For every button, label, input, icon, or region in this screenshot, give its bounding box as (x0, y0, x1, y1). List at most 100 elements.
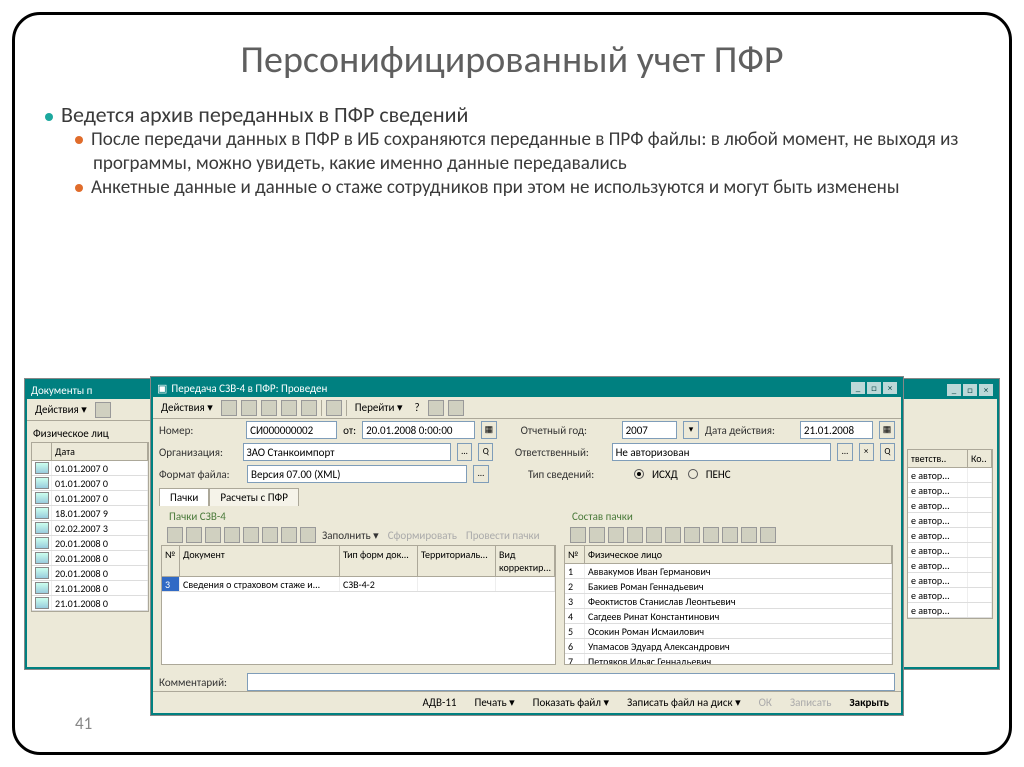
table-row[interactable]: 6Упамасов Эдуард Александрович (565, 639, 892, 654)
sort-icon[interactable] (684, 527, 700, 543)
toolbar-icon[interactable] (261, 400, 277, 416)
slide-title: Персонифицированный учет ПФР (15, 37, 1009, 83)
fill-button[interactable]: Заполнить ▾ (319, 529, 382, 542)
save-button[interactable]: Записать (784, 694, 837, 711)
table-row[interactable]: 18.01.2007 9 (32, 506, 148, 521)
table-row[interactable]: 02.02.2007 3 (32, 521, 148, 536)
tab-raschet[interactable]: Расчеты с ПФР (209, 488, 299, 506)
spinner-icon[interactable]: ▾ (683, 421, 699, 439)
table-row[interactable]: 20.01.2008 0 (32, 536, 148, 551)
toolbar-icon[interactable] (448, 400, 464, 416)
table-row[interactable]: е автор... (908, 483, 992, 498)
table-row[interactable]: 21.01.2008 0 (32, 581, 148, 596)
goto-menu[interactable]: Перейти ▾ (351, 399, 407, 416)
maximize-icon[interactable]: □ (867, 382, 881, 394)
writefile-button[interactable]: Записать файл на диск ▾ (621, 694, 747, 711)
misc-icon[interactable] (300, 527, 316, 543)
actions-menu-left[interactable]: Действия ▾ (31, 401, 91, 418)
table-row[interactable]: 2Бакиев Роман Геннадьевич (565, 579, 892, 594)
edit-icon[interactable] (589, 527, 605, 543)
open-icon[interactable]: Q (478, 443, 493, 461)
select-icon[interactable]: … (473, 465, 489, 483)
col-resp: тветств.. (908, 450, 968, 467)
table-row[interactable]: е автор... (908, 588, 992, 603)
minimize-icon[interactable]: _ (851, 382, 865, 394)
toolbar-icon[interactable] (281, 400, 297, 416)
table-row[interactable]: 21.01.2008 0 (32, 596, 148, 611)
move-down-icon[interactable] (243, 527, 259, 543)
table-row[interactable]: е автор... (908, 573, 992, 588)
misc-icon[interactable] (722, 527, 738, 543)
sort-icon[interactable] (281, 527, 297, 543)
toolbar-icon[interactable] (241, 400, 257, 416)
table-row[interactable]: 01.01.2007 0 (32, 461, 148, 476)
sort-icon[interactable] (262, 527, 278, 543)
delete-icon[interactable] (608, 527, 624, 543)
table-row[interactable]: е автор... (908, 513, 992, 528)
actions-menu[interactable]: Действия ▾ (157, 399, 217, 416)
print-button[interactable]: Печать ▾ (468, 694, 520, 711)
maximize-icon[interactable]: □ (963, 384, 977, 396)
table-row[interactable]: е автор... (908, 498, 992, 513)
table-row[interactable]: 7Петряков Ильяс Геннадьевич (565, 654, 892, 665)
table-row[interactable]: 20.01.2008 0 (32, 566, 148, 581)
comment-field[interactable] (247, 673, 895, 691)
form-button[interactable]: Сформировать (385, 529, 460, 542)
toolbar-icon[interactable] (221, 400, 237, 416)
table-row[interactable]: 20.01.2008 0 (32, 551, 148, 566)
date-picker-icon[interactable]: ▦ (481, 421, 497, 439)
showfile-button[interactable]: Показать файл ▾ (527, 694, 615, 711)
adv-button[interactable]: АДВ-11 (417, 694, 463, 711)
ok-button[interactable]: ОК (753, 694, 778, 711)
delete-icon[interactable] (205, 527, 221, 543)
close-icon[interactable]: × (979, 384, 993, 396)
date-picker-icon[interactable]: ▦ (879, 421, 895, 439)
fiz-label: Физическое лиц (27, 421, 153, 442)
radio-ishd[interactable] (634, 469, 644, 479)
year-field[interactable]: 2007 (622, 421, 677, 439)
resp-field[interactable]: Не авторизован (612, 443, 832, 461)
table-row[interactable]: е автор... (908, 543, 992, 558)
add-icon[interactable] (570, 527, 586, 543)
prov-button[interactable]: Провести пачки (463, 529, 543, 542)
radio-pens[interactable] (688, 469, 698, 479)
org-field[interactable]: ЗАО Станкоимпорт (243, 443, 451, 461)
table-row[interactable]: е автор... (908, 528, 992, 543)
close-button[interactable]: Закрыть (843, 694, 895, 711)
misc-icon[interactable] (703, 527, 719, 543)
clear-icon[interactable]: × (859, 443, 874, 461)
table-row[interactable]: 01.01.2007 0 (32, 476, 148, 491)
table-row[interactable]: е автор... (908, 558, 992, 573)
toolbar-icon[interactable] (428, 400, 444, 416)
misc-icon[interactable] (741, 527, 757, 543)
edit-icon[interactable] (186, 527, 202, 543)
table-row[interactable]: 4Сагдеев Ринат Константинович (565, 609, 892, 624)
toolbar-icon[interactable] (326, 400, 342, 416)
table-row[interactable]: 3 Сведения о страховом стаже и... СЗВ-4-… (162, 577, 555, 592)
add-icon[interactable] (167, 527, 183, 543)
misc-icon[interactable] (760, 527, 776, 543)
move-up-icon[interactable] (224, 527, 240, 543)
select-icon[interactable]: … (837, 443, 852, 461)
table-row[interactable]: 5Осокин Роман Исмаилович (565, 624, 892, 639)
tab-packs[interactable]: Пачки (159, 488, 209, 506)
fmt-field[interactable]: Версия 07.00 (XML) (247, 465, 467, 483)
table-row[interactable]: е автор... (908, 468, 992, 483)
move-down-icon[interactable] (646, 527, 662, 543)
toolbar-icon[interactable] (301, 400, 317, 416)
table-row[interactable]: 1Аввакумов Иван Германович (565, 564, 892, 579)
select-icon[interactable]: … (457, 443, 472, 461)
num-field[interactable]: СИ000000002 (246, 421, 337, 439)
sort-icon[interactable] (665, 527, 681, 543)
open-icon[interactable]: Q (880, 443, 895, 461)
table-row[interactable]: 3Феоктистов Станислав Леонтьевич (565, 594, 892, 609)
ot-field[interactable]: 20.01.2008 0:00:00 (362, 421, 475, 439)
table-row[interactable]: 01.01.2007 0 (32, 491, 148, 506)
minimize-icon[interactable]: _ (947, 384, 961, 396)
close-icon[interactable]: × (883, 382, 897, 394)
help-button[interactable]: ? (411, 399, 424, 416)
date-action-field[interactable]: 21.01.2008 (800, 421, 873, 439)
table-row[interactable]: е автор... (908, 603, 992, 618)
move-up-icon[interactable] (627, 527, 643, 543)
toolbar-icon[interactable] (95, 402, 111, 418)
